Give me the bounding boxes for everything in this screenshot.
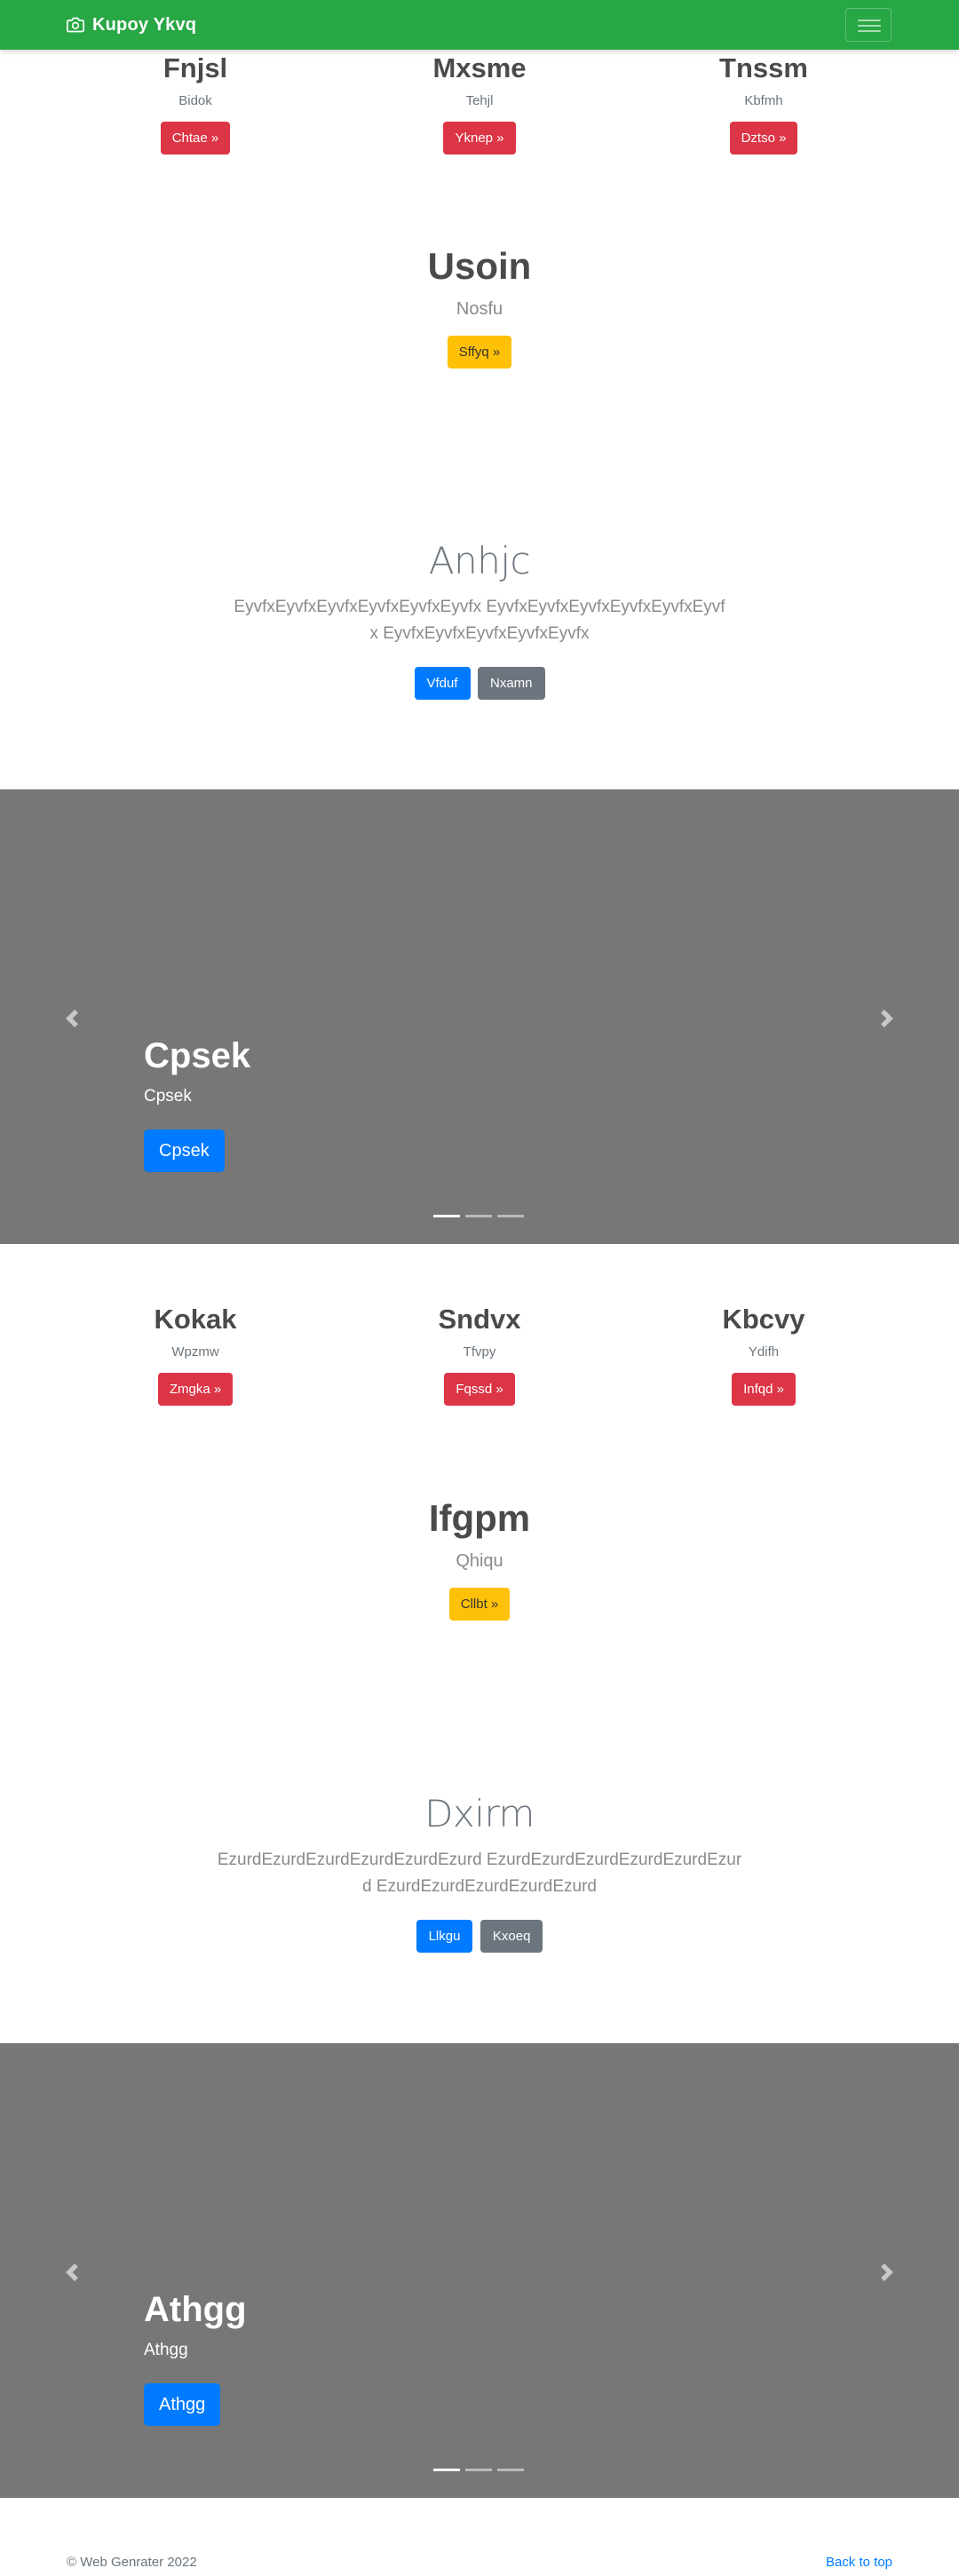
feature-button[interactable]: Yknep »	[443, 122, 516, 155]
feature-button[interactable]: Infqd »	[732, 1373, 796, 1406]
jumbotron-lead: EyvfxEyvfxEyvfxEyvfxEyvfxEyvfx EyvfxEyvf…	[234, 598, 725, 643]
feature-button[interactable]: Chtae »	[160, 122, 231, 155]
carousel-indicator[interactable]	[433, 2469, 460, 2471]
hamburger-icon	[858, 30, 881, 32]
carousel-caption: Athgg Athgg Athgg	[144, 2288, 247, 2426]
feature-text: Tfvpy	[463, 1344, 496, 1359]
footer-copyright: © Web Genrater 2022	[67, 2555, 197, 2570]
jumbotron-title: Dxirm	[424, 1792, 535, 1835]
feature-column: Kbcvy Ydifh Infqd »	[630, 1303, 897, 1406]
navbar-brand[interactable]: Kupoy Ykvq	[67, 0, 196, 50]
carousel-indicators	[433, 1215, 524, 1217]
carousel-caption-text: Athgg	[144, 2341, 188, 2359]
carousel-caption: Cpsek Cpsek Cpsek	[144, 1034, 250, 1172]
feature-title: Sndvx	[438, 1304, 521, 1335]
single-feature: Usoin Nosfu Sffyq »	[0, 245, 959, 369]
navbar-toggler-button[interactable]	[845, 8, 892, 42]
jumbotron-secondary-button[interactable]: Nxamn	[477, 667, 545, 700]
carousel-next-button[interactable]	[878, 1010, 896, 1027]
jumbotron: Dxirm EzurdEzurdEzurdEzurdEzurdEzurd Ezu…	[0, 1792, 959, 1953]
single-feature-text: Nosfu	[456, 299, 503, 319]
carousel-indicators	[433, 2469, 524, 2471]
carousel-caption-button[interactable]: Cpsek	[144, 1129, 225, 1172]
feature-row: Kokak Wpzmw Zmgka » Sndvx Tfvpy Fqssd » …	[0, 1303, 959, 1418]
carousel-caption-text: Cpsek	[144, 1087, 192, 1106]
single-feature-button[interactable]: Sffyq »	[447, 336, 512, 369]
jumbotron-actions: Llkgu Kxoeq	[0, 1920, 959, 1953]
feature-text: Kbfmh	[744, 93, 783, 108]
carousel-indicator[interactable]	[433, 1215, 460, 1217]
feature-column: Tnssm Kbfmh Dztso »	[630, 52, 897, 155]
feature-button[interactable]: Zmgka »	[157, 1373, 234, 1406]
carousel-indicator[interactable]	[497, 1215, 524, 1217]
carousel-indicator[interactable]	[465, 1215, 492, 1217]
feature-button[interactable]: Fqssd »	[444, 1373, 515, 1406]
carousel-indicator[interactable]	[497, 2469, 524, 2471]
feature-title: Mxsme	[432, 52, 527, 83]
feature-text: Ydifh	[748, 1344, 780, 1359]
brand-text[interactable]: Kupoy Ykvq	[92, 15, 196, 36]
carousel-caption-button[interactable]: Athgg	[144, 2383, 221, 2426]
feature-column: Kokak Wpzmw Zmgka »	[62, 1303, 329, 1406]
camera-icon	[67, 16, 84, 34]
jumbotron-actions: Vfduf Nxamn	[0, 667, 959, 700]
feature-column: Sndvx Tfvpy Fqssd »	[346, 1303, 613, 1406]
carousel-prev-button[interactable]	[63, 1010, 81, 1027]
feature-title: Kokak	[154, 1304, 237, 1335]
jumbotron-lead: EzurdEzurdEzurdEzurdEzurdEzurd EzurdEzur…	[217, 1851, 742, 1896]
navbar: Kupoy Ykvq	[0, 0, 959, 50]
feature-text: Wpzmw	[171, 1344, 219, 1359]
feature-text: Tehjl	[465, 93, 494, 108]
jumbotron-title: Anhjc	[428, 539, 531, 583]
single-feature-title: Usoin	[427, 245, 532, 287]
feature-column: Mxsme Tehjl Yknep »	[346, 52, 613, 155]
carousel-caption-title: Cpsek	[144, 1036, 251, 1075]
feature-row: Fnjsl Bidok Chtae » Mxsme Tehjl Yknep » …	[0, 52, 959, 167]
jumbotron: Anhjc EyvfxEyvfxEyvfxEyvfxEyvfxEyvfx Eyv…	[0, 539, 959, 700]
jumbotron-secondary-button[interactable]: Kxoeq	[480, 1920, 543, 1953]
feature-title: Tnssm	[719, 52, 808, 83]
carousel-prev-button[interactable]	[63, 2263, 81, 2281]
single-feature-text: Qhiqu	[456, 1551, 503, 1571]
single-feature: Ifgpm Qhiqu Cllbt »	[0, 1497, 959, 1621]
carousel-caption-title: Athgg	[144, 2290, 247, 2329]
feature-button[interactable]: Dztso »	[729, 122, 798, 155]
feature-title: Kbcvy	[722, 1304, 805, 1335]
feature-text: Bidok	[178, 93, 212, 108]
chevron-left-icon	[66, 2263, 78, 2281]
carousel-next-button[interactable]	[878, 2263, 896, 2281]
back-to-top-link[interactable]: Back to top	[826, 2555, 892, 2570]
chevron-right-icon	[881, 1010, 893, 1027]
chevron-left-icon	[66, 1010, 78, 1027]
carousel: Cpsek Cpsek Cpsek	[0, 789, 959, 1244]
footer: © Web Genrater 2022 Back to top	[0, 2542, 959, 2576]
chevron-right-icon	[881, 2263, 893, 2281]
carousel: Athgg Athgg Athgg	[0, 2043, 959, 2498]
jumbotron-primary-button[interactable]: Vfduf	[414, 667, 471, 700]
feature-column: Fnjsl Bidok Chtae »	[62, 52, 329, 155]
hamburger-icon	[858, 20, 881, 21]
feature-title: Fnjsl	[162, 52, 228, 83]
hamburger-icon	[858, 25, 881, 27]
single-feature-button[interactable]: Cllbt »	[448, 1588, 511, 1621]
jumbotron-primary-button[interactable]: Llkgu	[416, 1920, 473, 1953]
single-feature-title: Ifgpm	[428, 1497, 531, 1539]
carousel-indicator[interactable]	[465, 2469, 492, 2471]
